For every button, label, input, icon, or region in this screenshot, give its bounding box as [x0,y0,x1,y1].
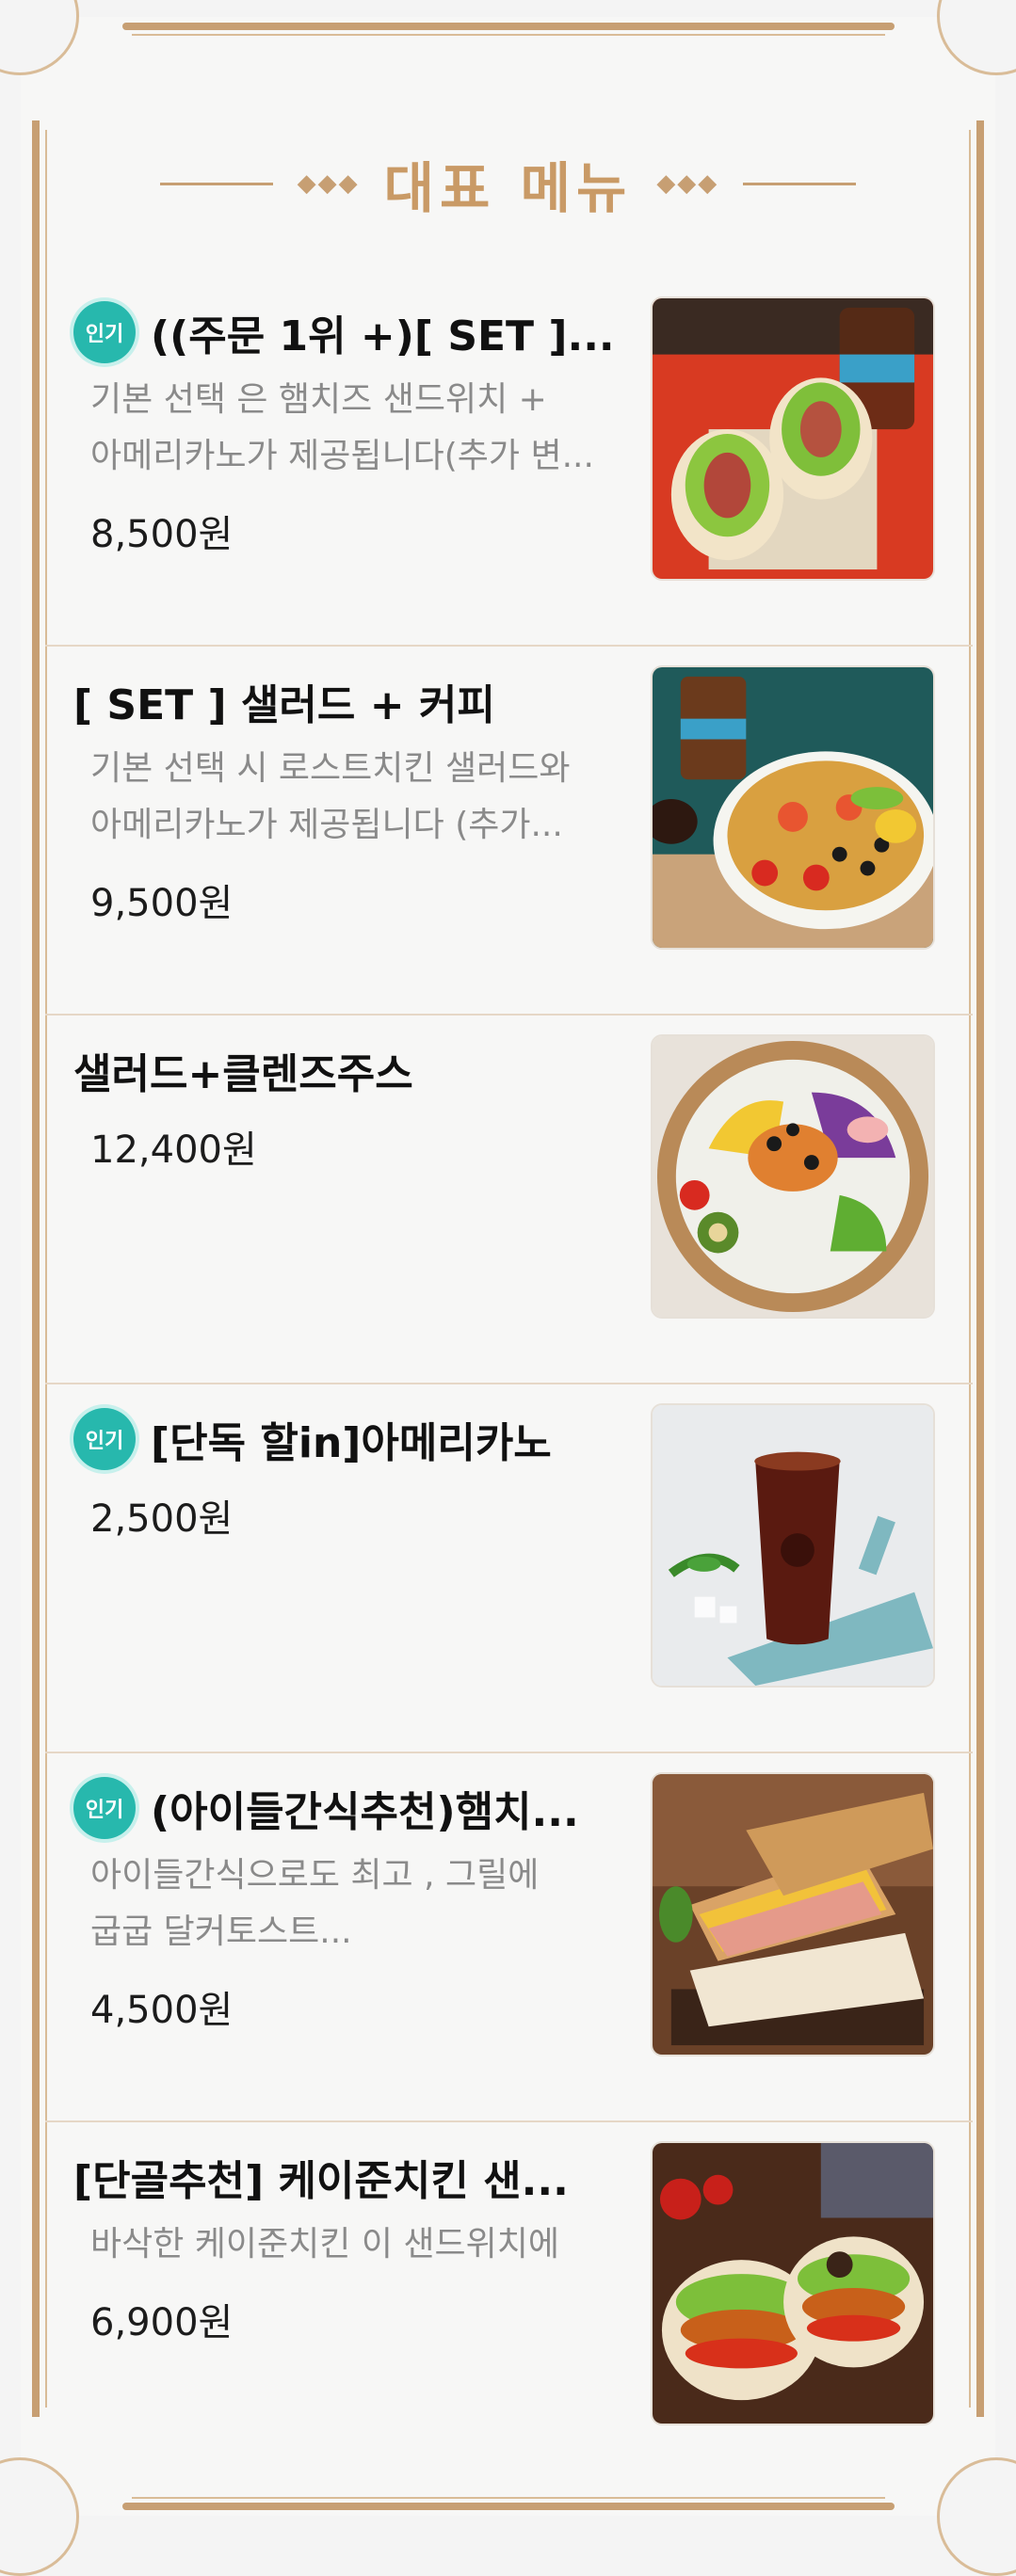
menu-item-name-row: [단골추천] 케이준치킨 샌... [73,2141,638,2213]
header-divider-line [159,182,273,185]
menu-item-image[interactable] [651,665,935,950]
menu-item-description: 기본 선택 시 로스트치킨 샐러드와 아메리카노가 제공됩니다 (추가... [90,741,655,854]
menu-item-name: [ SET ] 샐러드 + 커피 [73,681,495,729]
menu-item[interactable]: 샐러드+클렌즈주스 12,400원 [45,1016,973,1384]
menu-item[interactable]: [단골추천] 케이준치킨 샌... 바삭한 케이준치킨 이 샌드위치에 6,90… [45,2122,973,2491]
diamond-ornament-icon: ◆◆◆ [656,169,719,198]
salad-bowl-image [653,1036,933,1317]
menu-item-name-row: 인기 [단독 할in]아메리카노 [73,1403,638,1475]
menu-item-name: ((주문 1위 +)[ SET ]... [151,312,615,360]
frame-border-bottom-inner [132,2497,885,2499]
description-line: 기본 선택 시 로스트치킨 샐러드와 [90,749,571,788]
menu-item-name-row: 인기 (아이들간식추천)햄치... [73,1772,638,1844]
menu-item-name-row: 인기 ((주문 1위 +)[ SET ]... [73,296,638,368]
section-title: 대표 메뉴 [383,156,633,220]
frame-border-bottom [122,2503,895,2510]
menu-item-price: 12,400원 [90,1128,257,1172]
frame-border-right [976,120,984,2417]
menu-item-image[interactable] [651,296,935,581]
iced-americano-image [653,1405,933,1686]
menu-item-price: 4,500원 [90,1989,234,2032]
description-line: 바삭한 케이준치킨 이 샌드위치에 [90,2225,560,2264]
menu-item[interactable]: 인기 (아이들간식추천)햄치... 아이들간식으로도 최고 , 그릴에 굽굽 달… [45,1753,973,2122]
menu-item-name-row: 샐러드+클렌즈주스 [73,1034,638,1106]
menu-item-description: 아이들간식으로도 최고 , 그릴에 굽굽 달커토스트... [90,1848,655,1960]
menu-item-price: 9,500원 [90,882,234,925]
frame-border-top-inner [132,34,885,36]
menu-item-image[interactable] [651,1403,935,1688]
menu-item-image[interactable] [651,1034,935,1319]
menu-item-price: 8,500원 [90,513,234,556]
description-line: 굽굽 달커토스트... [90,1912,352,1951]
menu-item-name: [단골추천] 케이준치킨 샌... [73,2157,569,2205]
description-line: 아메리카노가 제공됩니다 (추가... [90,806,563,844]
menu-item[interactable]: 인기 ((주문 1위 +)[ SET ]... 기본 선택 은 햄치즈 샌드위치… [45,278,973,647]
popular-badge: 인기 [73,1777,136,1839]
description-line: 기본 선택 은 햄치즈 샌드위치 + [90,380,547,419]
section-header: ◆◆◆ 대표 메뉴 ◆◆◆ [0,141,1016,226]
ham-toast-image [653,1774,933,2055]
popular-badge: 인기 [73,301,136,363]
menu-item-name-row: [ SET ] 샐러드 + 커피 [73,665,638,737]
menu-item-name: (아이들간식추천)햄치... [151,1788,579,1836]
menu-item-description: 바삭한 케이준치킨 이 샌드위치에 [90,2216,655,2273]
header-divider-line [743,182,857,185]
description-line: 아이들간식으로도 최고 , 그릴에 [90,1856,540,1895]
frame-corner-ornament [0,0,79,75]
menu-item-price: 2,500원 [90,1497,234,1541]
frame-corner-ornament [937,0,1016,75]
menu-item-description: 기본 선택 은 햄치즈 샌드위치 + 아메리카노가 제공됩니다(추가 변... [90,372,655,485]
diamond-ornament-icon: ◆◆◆ [297,169,360,198]
menu-item[interactable]: 인기 [단독 할in]아메리카노 2,500원 [45,1384,973,1753]
menu-item-price: 6,900원 [90,2301,234,2344]
cajun-sandwich-image [653,2143,933,2424]
menu-item-name: 샐러드+클렌즈주스 [73,1050,413,1098]
salad-coffee-image [653,667,933,948]
menu-list: 인기 ((주문 1위 +)[ SET ]... 기본 선택 은 햄치즈 샌드위치… [45,278,973,2491]
frame-border-top [122,23,895,30]
frame-border-left [32,120,40,2417]
sandwich-set-image [653,298,933,579]
menu-item-image[interactable] [651,2141,935,2425]
popular-badge: 인기 [73,1408,136,1470]
menu-item-image[interactable] [651,1772,935,2056]
description-line: 아메리카노가 제공됩니다(추가 변... [90,437,594,475]
menu-item[interactable]: [ SET ] 샐러드 + 커피 기본 선택 시 로스트치킨 샐러드와 아메리카… [45,647,973,1016]
menu-item-name: [단독 할in]아메리카노 [151,1419,552,1467]
